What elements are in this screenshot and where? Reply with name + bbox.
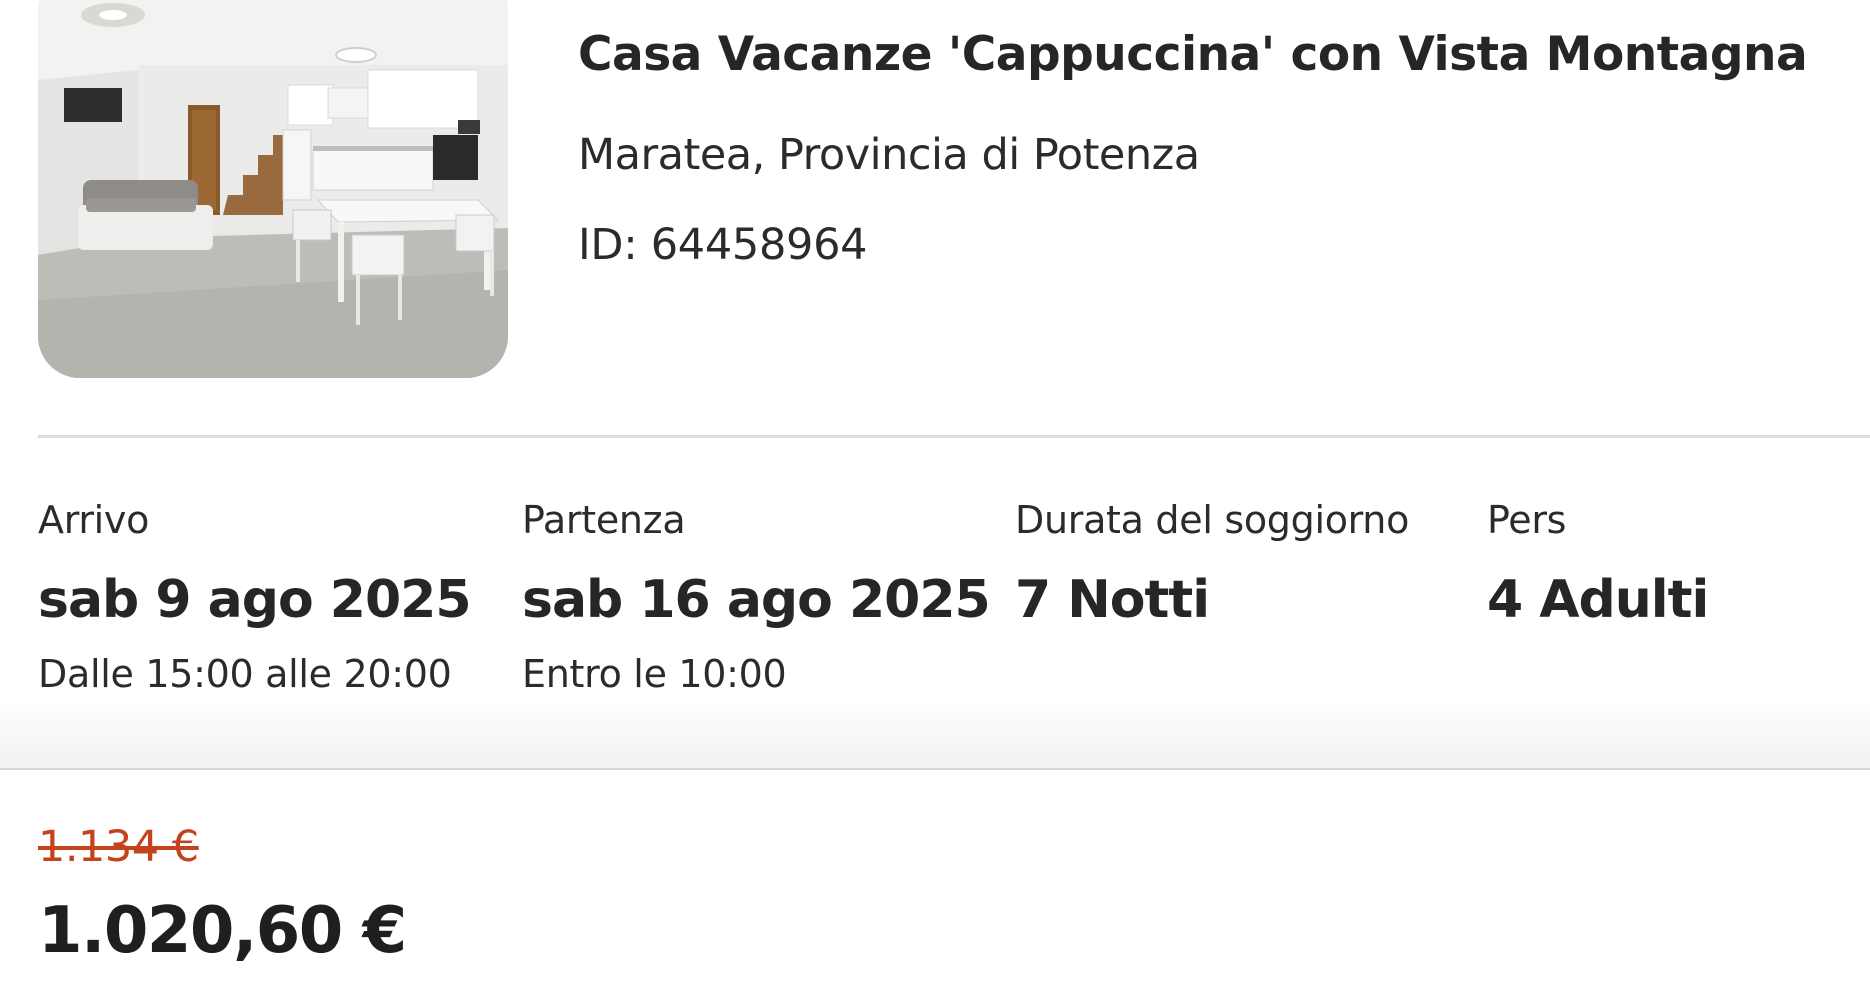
duration-value: 7 Notti bbox=[1015, 570, 1210, 630]
departure-date: sab 16 ago 2025 bbox=[522, 570, 991, 630]
arrival-info: Arrivo sab 9 ago 2025 Dalle 15:00 alle 2… bbox=[38, 498, 472, 696]
section-divider bbox=[38, 435, 1870, 438]
arrival-date: sab 9 ago 2025 bbox=[38, 570, 472, 630]
price-bar: 1.134 € 1.020,60 € bbox=[0, 768, 1870, 982]
guests-value: 4 Adulti bbox=[1487, 570, 1709, 630]
interior-image bbox=[38, 0, 508, 378]
guests-info: Pers 4 Adulti bbox=[1487, 498, 1709, 630]
listing-id: ID: 64458964 bbox=[578, 220, 868, 270]
discounted-price: 1.020,60 € bbox=[38, 894, 407, 968]
listing-location: Maratea, Provincia di Potenza bbox=[578, 130, 1200, 180]
departure-time: Entro le 10:00 bbox=[522, 652, 787, 696]
arrival-label: Arrivo bbox=[38, 498, 150, 542]
booking-summary: Casa Vacanze 'Cappuccina' con Vista Mont… bbox=[0, 0, 1870, 770]
departure-info: Partenza sab 16 ago 2025 Entro le 10:00 bbox=[522, 498, 991, 696]
listing-title: Casa Vacanze 'Cappuccina' con Vista Mont… bbox=[578, 27, 1808, 82]
arrival-time: Dalle 15:00 alle 20:00 bbox=[38, 652, 452, 696]
listing-photo[interactable] bbox=[38, 0, 508, 378]
original-price: 1.134 € bbox=[38, 822, 199, 872]
scroll-fade bbox=[0, 700, 1870, 768]
stay-duration-info: Durata del soggiorno 7 Notti bbox=[1015, 498, 1409, 630]
duration-label: Durata del soggiorno bbox=[1015, 498, 1410, 542]
guests-label: Pers bbox=[1487, 498, 1567, 542]
departure-label: Partenza bbox=[522, 498, 686, 542]
